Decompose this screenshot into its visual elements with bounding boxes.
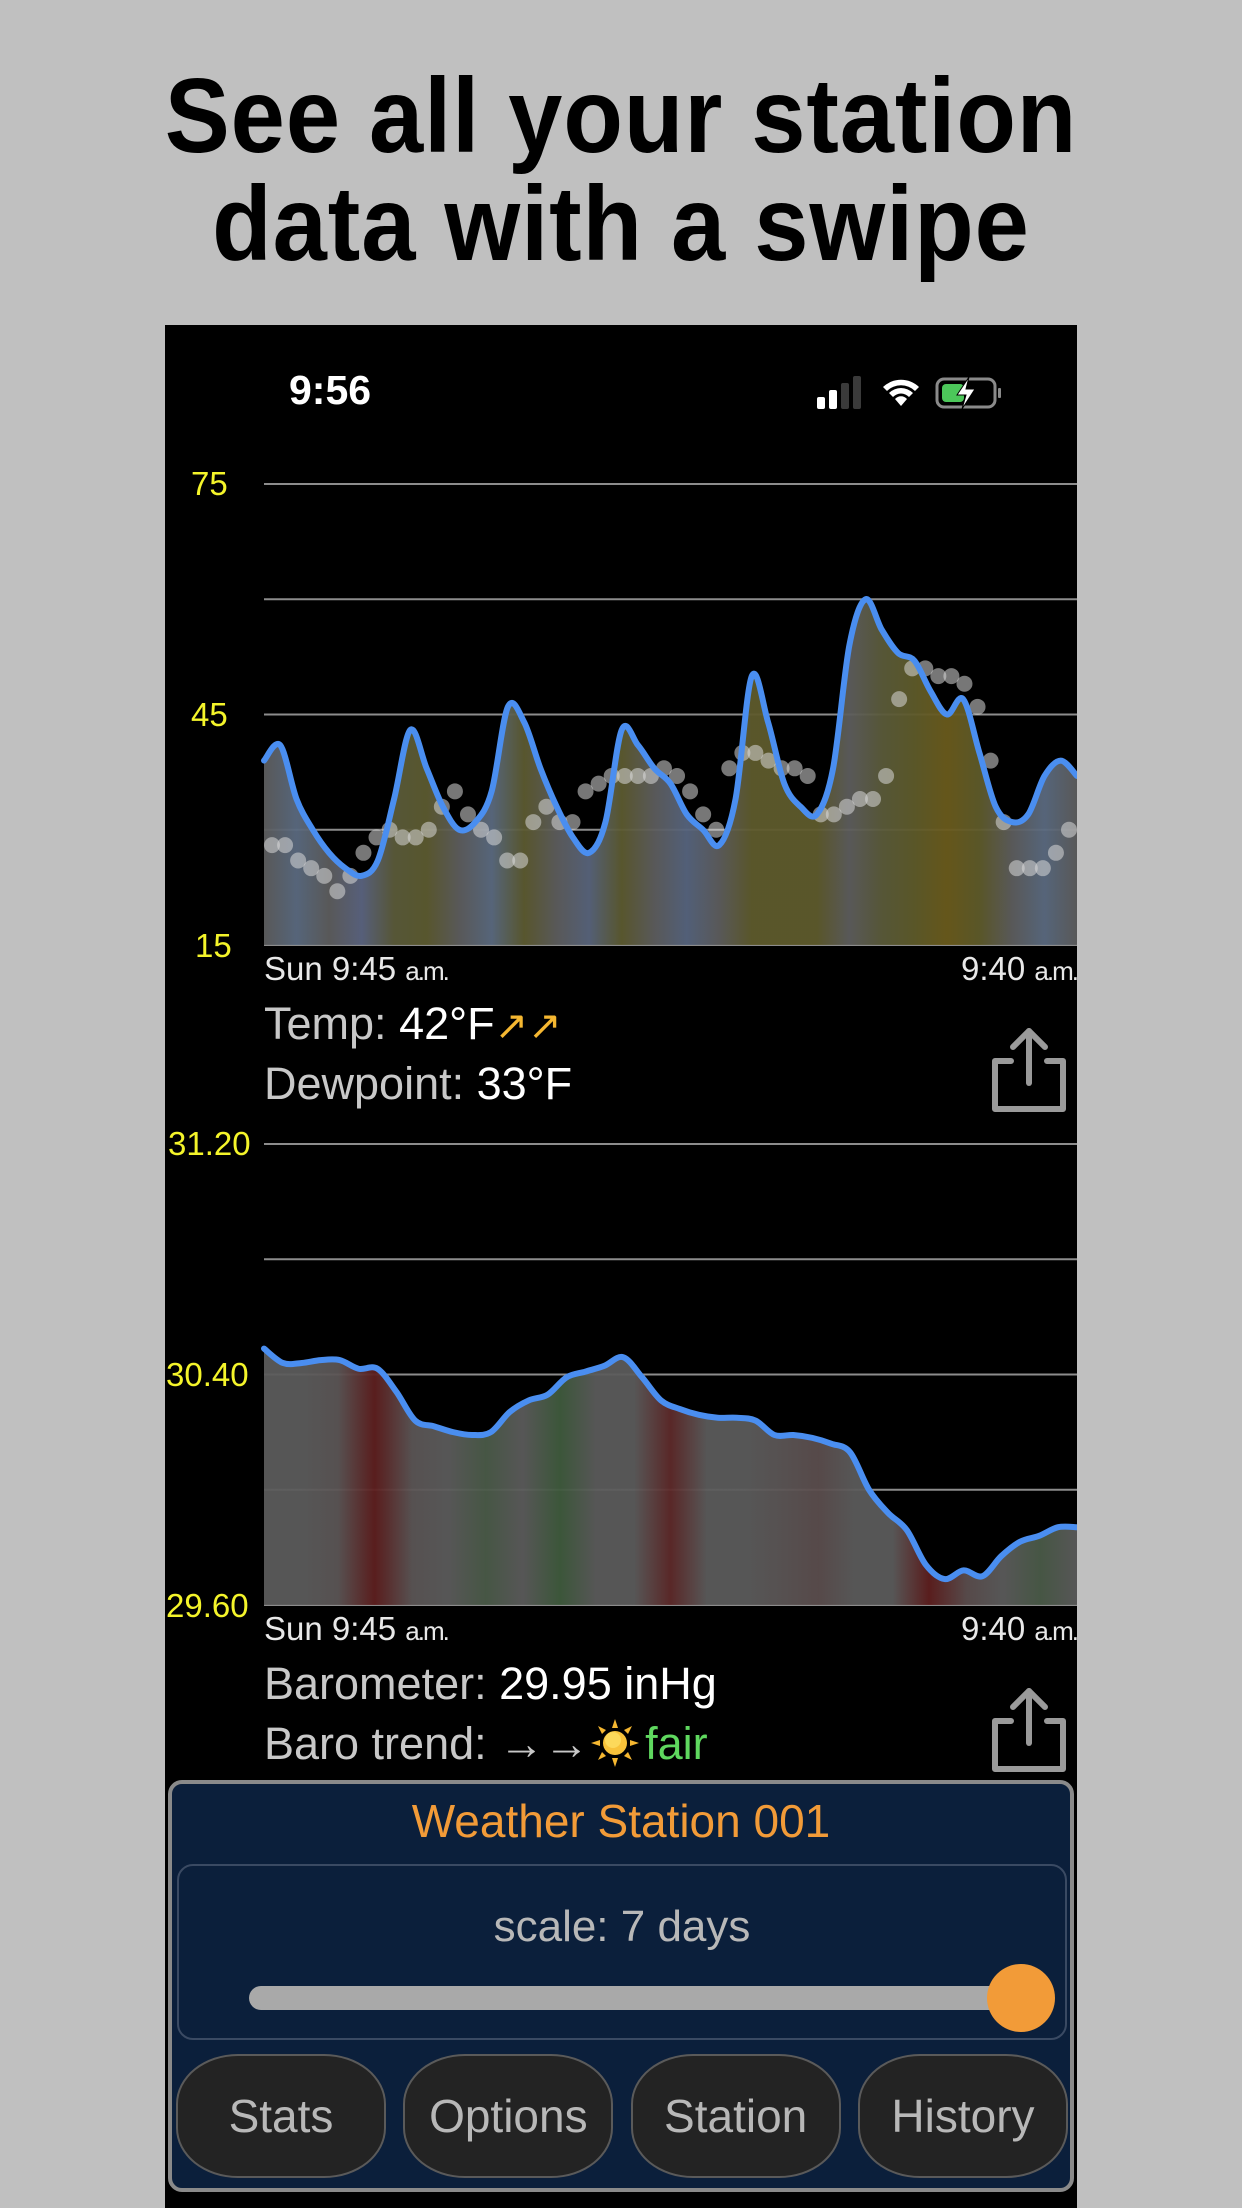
charts-canvas[interactable] [165,325,1077,1775]
temp-readout: Temp: 42°F↗↗ [264,998,562,1049]
share-temp-button[interactable] [983,1025,1073,1115]
dewpoint-point [420,821,437,838]
scale-slider[interactable] [249,1964,1055,2032]
dewpoint-readout: Dewpoint: 33°F [264,1058,573,1109]
temp-ytick-15: 15 [195,927,232,964]
temp-ytick-75: 75 [191,465,228,502]
headline-line-2: data with a swipe [212,165,1030,283]
headline-line-1: See all your station [164,57,1078,175]
baro-trend-text: fair [645,1718,708,1769]
share-icon [992,1028,1066,1112]
dewpoint-point [865,791,882,808]
temp-end-time: 9:40 a.m. [961,950,1077,987]
dewpoint-point [1061,821,1077,838]
dewpoint-point [512,852,529,869]
sun-icon [591,1719,640,1767]
station-button[interactable]: Station [630,2054,841,2178]
temp-value: 42°F [399,998,495,1049]
baro-ytick-31.20: 31.20 [168,1125,251,1162]
dewpoint-point [695,806,712,823]
dewpoint-point [721,760,738,777]
dewpoint-point [891,691,908,708]
scale-slider-thumb[interactable] [987,1964,1055,2032]
temp-ytick-45: 45 [191,696,228,733]
headline: See all your station data with a swipe [50,62,1193,278]
dewpoint-point [799,767,816,784]
dewpoint-point [316,867,333,884]
scale-label: scale: 7 days [493,1902,751,1951]
stats-button[interactable]: Stats [176,2054,386,2178]
baro-start-time: Sun 9:45 a.m. [264,1610,450,1647]
dewpoint-point [1034,860,1051,877]
dewpoint-point [486,829,503,846]
dewpoint-point [277,837,294,854]
dewpoint-point [682,783,699,800]
baro-trend-arrows: →→ [499,1718,590,1769]
barometer-chart [261,1143,1077,1606]
share-icon [992,1688,1066,1772]
dewpoint-point [525,814,542,831]
station-name[interactable]: Weather Station 001 [172,1794,1070,1848]
baro-ytick-29.60: 29.60 [166,1587,249,1624]
baro-trend-readout: Baro trend: →→ fair [264,1718,708,1769]
dewpoint-point [969,698,986,715]
dewpoint-point [878,767,895,784]
dewpoint-point [329,883,346,900]
history-button[interactable]: History [857,2054,1068,2178]
temp-trend-arrows: ↗↗ [494,1004,562,1048]
barometer-value: 29.95 inHg [499,1658,717,1709]
temperature-chart [261,483,1077,946]
options-button[interactable]: Options [403,2054,614,2178]
baro-end-time: 9:40 a.m. [961,1610,1077,1647]
share-baro-button[interactable] [983,1685,1073,1775]
baro-ytick-30.40: 30.40 [166,1356,249,1393]
phone-screen: 9:56 75 45 15 Sun 9:45 a.m. 9:40 a.m. Te… [165,325,1077,2208]
dewpoint-value: 33°F [476,1058,573,1109]
temp-start-time: Sun 9:45 a.m. [264,950,450,987]
dewpoint-point [956,675,973,692]
area-fill [264,1348,1077,1605]
dewpoint-point [355,844,372,861]
control-panel: Weather Station 001 scale: 7 days Stats … [168,1780,1074,2192]
button-row: Stats Options Station History [176,2054,1068,2178]
dewpoint-point [446,783,463,800]
dewpoint-point [1047,844,1064,861]
barometer-readout: Barometer: 29.95 inHg [264,1658,717,1709]
scale-box: scale: 7 days [177,1864,1067,2040]
